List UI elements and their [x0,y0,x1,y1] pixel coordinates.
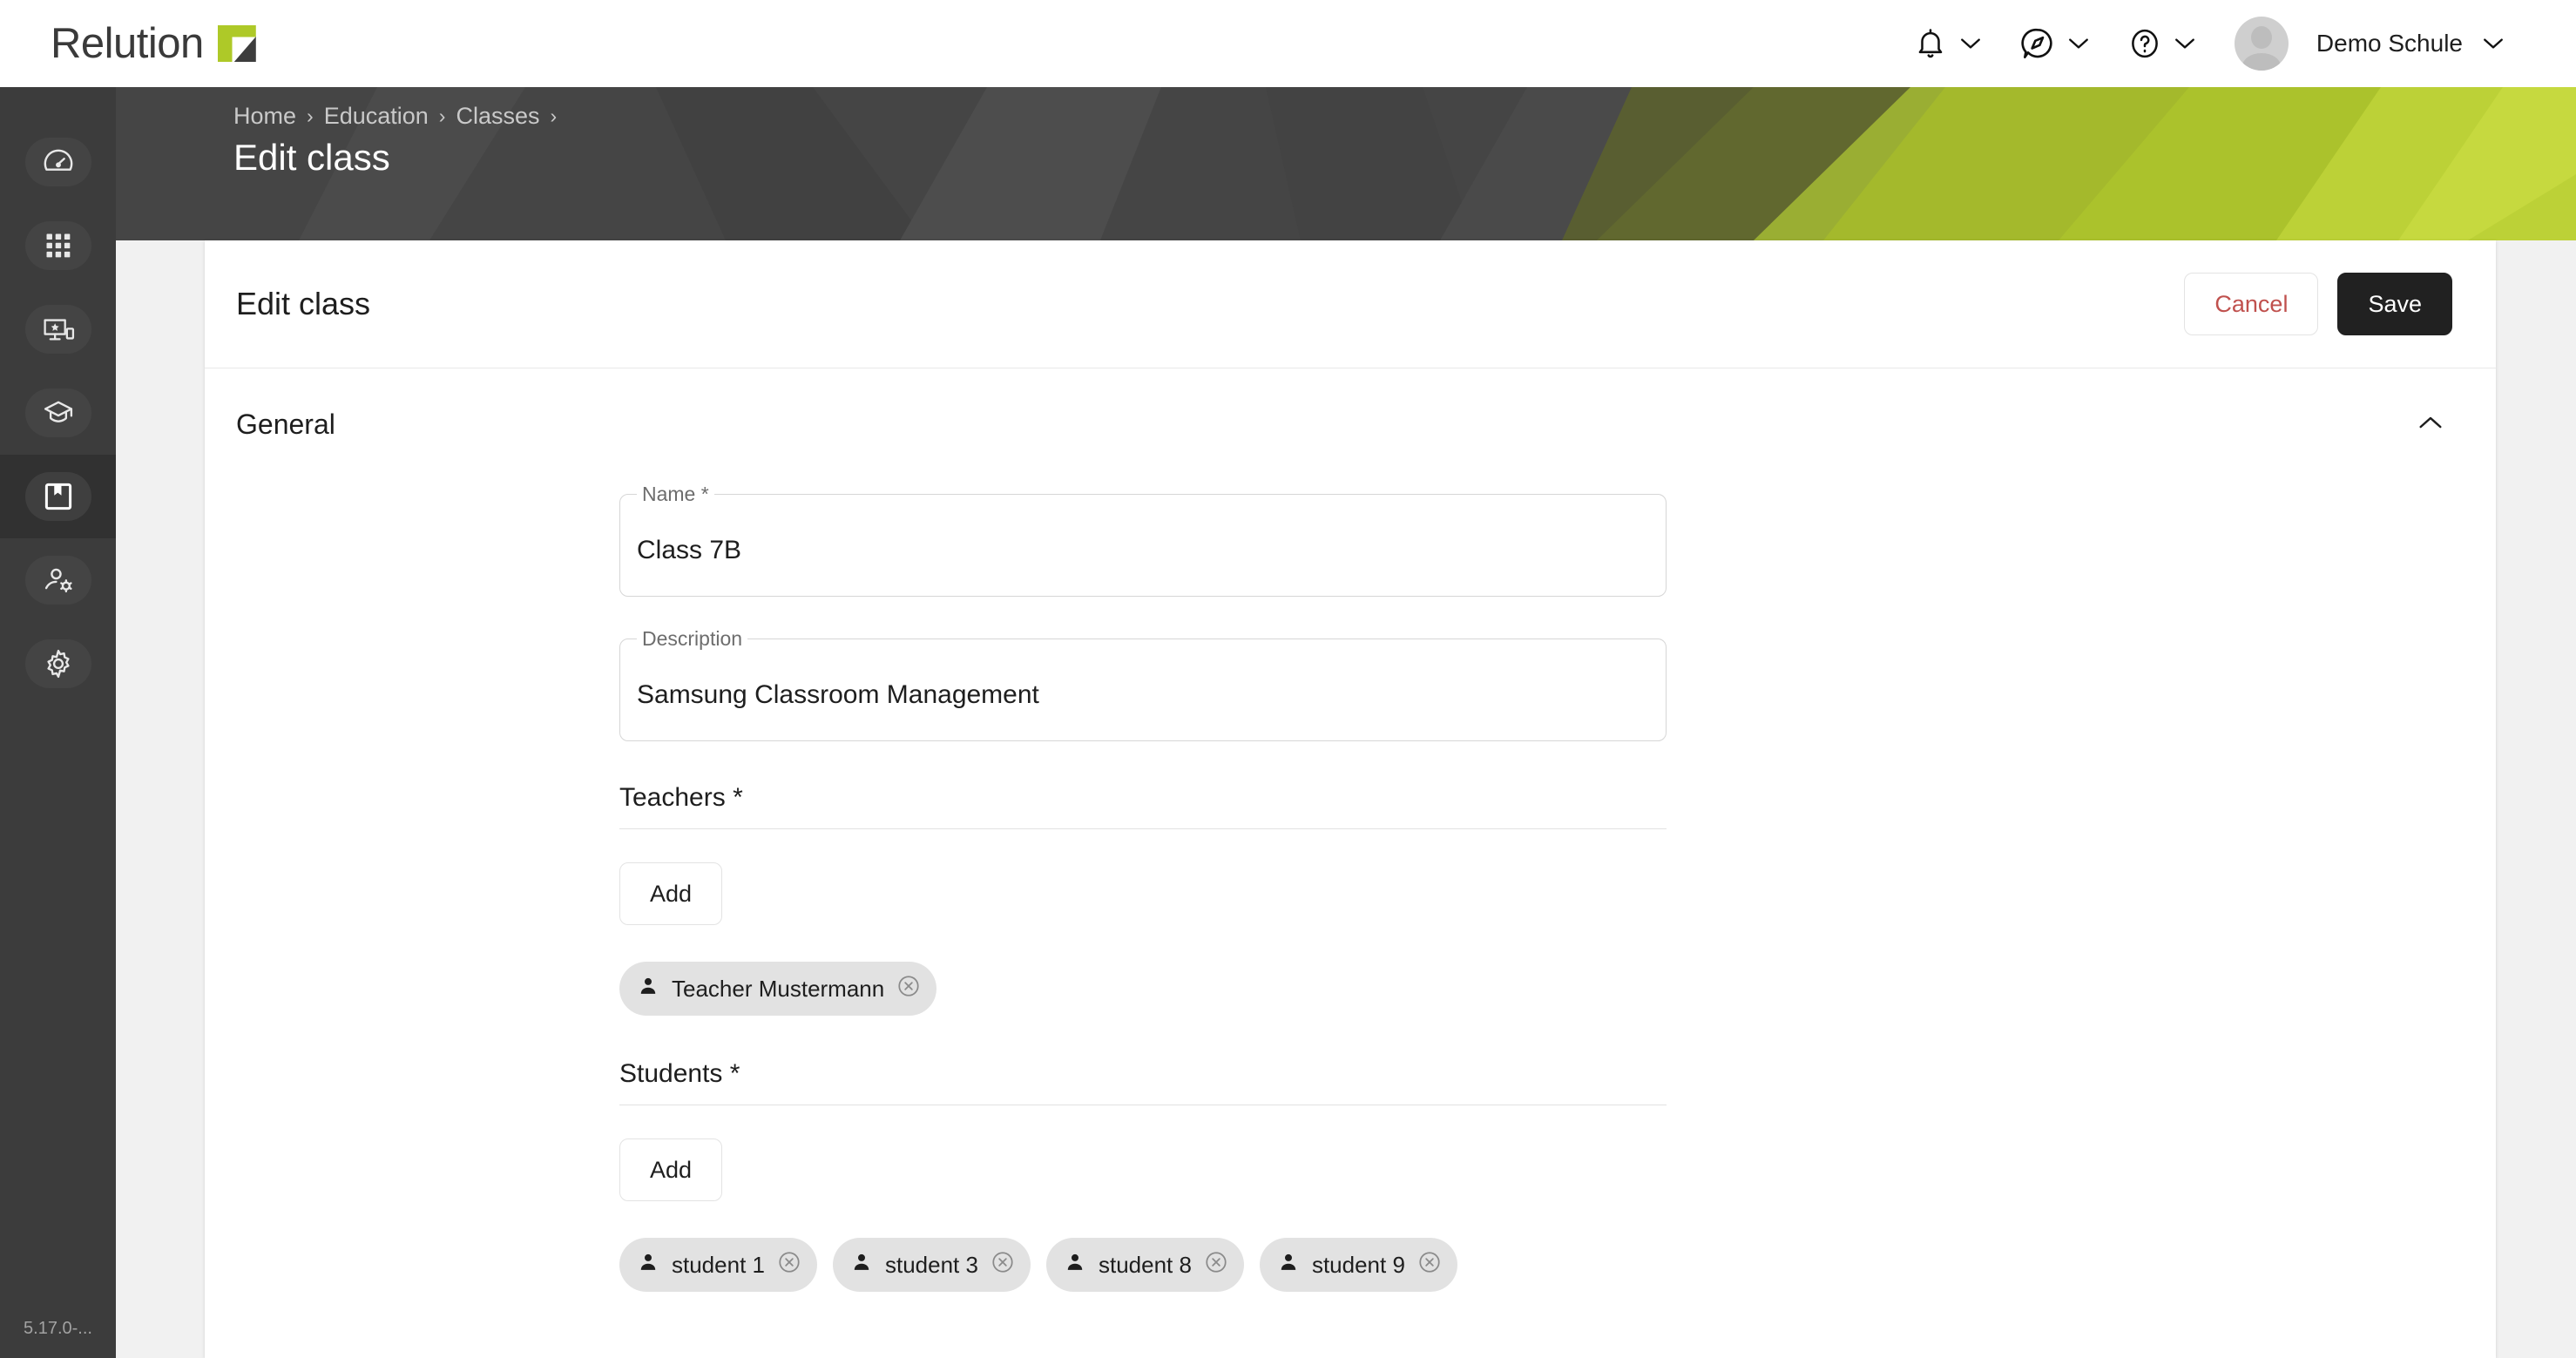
teacher-chip[interactable]: Teacher Mustermann [619,962,937,1016]
help-menu[interactable] [2109,17,2215,70]
breadcrumb-item-education[interactable]: Education [324,103,429,130]
chevron-down-icon [2174,37,2196,51]
remove-circle-icon[interactable] [1204,1250,1228,1280]
page-title: Edit class [233,137,390,178]
banner-content: Home › Education › Classes › Edit class [233,103,557,179]
add-student-button[interactable]: Add [619,1138,723,1201]
save-button[interactable]: Save [2337,273,2452,335]
section-title: General [236,408,335,440]
card-title: Edit class [236,286,371,321]
sidebar-items [0,87,116,706]
cancel-button[interactable]: Cancel [2184,273,2319,335]
version-label: 5.17.0-... [24,1319,92,1338]
description-field-label: Description [637,628,748,649]
sidebar-item-dashboard[interactable] [0,120,116,204]
chevron-down-icon [2067,37,2090,51]
remove-circle-icon[interactable] [991,1250,1015,1280]
person-icon [637,1251,659,1280]
bell-icon [1914,26,1947,61]
name-field-value: Class 7B [637,536,742,564]
notifications-menu[interactable] [1895,17,2001,70]
edit-class-card: Edit class Cancel Save General Name * Cl… [205,240,2496,1358]
person-icon [850,1251,873,1280]
brand-name: Relution [51,20,204,67]
student-chip[interactable]: student 8 [1045,1238,1244,1292]
student-chip-label: student 8 [1098,1251,1192,1278]
students-label: Students * [619,1059,740,1088]
name-field[interactable]: Name * Class 7B [619,483,1667,597]
description-field-value: Samsung Classroom Management [637,680,1039,709]
book-bookmark-icon [24,472,91,521]
teachers-chip-list: Teacher Mustermann [619,962,1667,1016]
student-chip[interactable]: student 9 [1259,1238,1457,1292]
sidebar: 5.17.0-... [0,87,116,1358]
breadcrumb: Home › Education › Classes › [233,103,557,130]
name-field-label: Name * [637,483,714,504]
sidebar-item-devices[interactable] [0,287,116,371]
page-banner: Home › Education › Classes › Edit class [116,87,2576,240]
gear-icon [24,639,91,688]
compass-chat-icon [2020,26,2055,61]
students-group: Students * Add student 1 student 3 stude… [619,1059,1667,1292]
students-chip-list: student 1 student 3 student 8 student 9 [619,1238,1667,1292]
teachers-group: Teachers * Add Teacher Mustermann [619,783,1667,1016]
breadcrumb-item-classes[interactable]: Classes [456,103,539,130]
person-icon [1277,1251,1300,1280]
top-bar-actions: Demo Schule [1895,8,2524,79]
question-circle-icon [2128,26,2161,61]
user-gear-icon [24,556,91,605]
sidebar-item-apps[interactable] [0,204,116,287]
sidebar-item-education[interactable] [0,371,116,455]
user-menu[interactable]: Demo Schule [2215,8,2524,79]
relution-logo-icon [217,25,256,62]
avatar [2234,17,2289,71]
sidebar-item-classes[interactable] [0,455,116,538]
breadcrumb-separator-icon: › [307,105,314,127]
feedback-menu[interactable] [2001,17,2109,70]
general-section-header[interactable]: General [205,368,2496,480]
description-field[interactable]: Description Samsung Classroom Management [619,628,1667,741]
device-star-icon [24,305,91,354]
general-form: Name * Class 7B Description Samsung Clas… [205,480,2496,1292]
student-chip[interactable]: student 1 [619,1238,817,1292]
student-chip-label: student 3 [884,1251,978,1278]
breadcrumb-item-home[interactable]: Home [233,103,296,130]
sidebar-item-users[interactable] [0,538,116,622]
teacher-chip-label: Teacher Mustermann [672,975,885,1002]
person-icon [637,975,659,1003]
brand-logo[interactable]: Relution [51,19,256,68]
student-chip-label: student 9 [1311,1251,1405,1278]
remove-circle-icon[interactable] [777,1250,801,1280]
top-bar: Relution Demo Schule [0,0,2576,87]
chevron-down-icon [1959,37,1982,51]
add-teacher-button[interactable]: Add [619,862,723,925]
chevron-down-icon [2482,37,2505,51]
breadcrumb-separator-icon: › [550,105,558,127]
person-icon [1064,1251,1086,1280]
graduation-cap-icon [24,388,91,437]
teachers-label: Teachers * [619,783,743,812]
name-field-outline [619,494,1667,597]
sidebar-item-settings[interactable] [0,622,116,706]
remove-circle-icon[interactable] [1417,1250,1442,1280]
student-chip[interactable]: student 3 [832,1238,1031,1292]
student-chip-label: student 1 [672,1251,765,1278]
breadcrumb-separator-icon: › [438,105,446,127]
grid-apps-icon [24,221,91,270]
teachers-divider [619,828,1667,829]
remove-circle-icon[interactable] [896,974,921,1004]
card-actions: Cancel Save [2184,273,2452,335]
user-name: Demo Schule [2316,30,2463,57]
card-header: Edit class Cancel Save [205,240,2496,368]
chevron-up-icon[interactable] [2417,415,2444,435]
gauge-icon [24,138,91,186]
